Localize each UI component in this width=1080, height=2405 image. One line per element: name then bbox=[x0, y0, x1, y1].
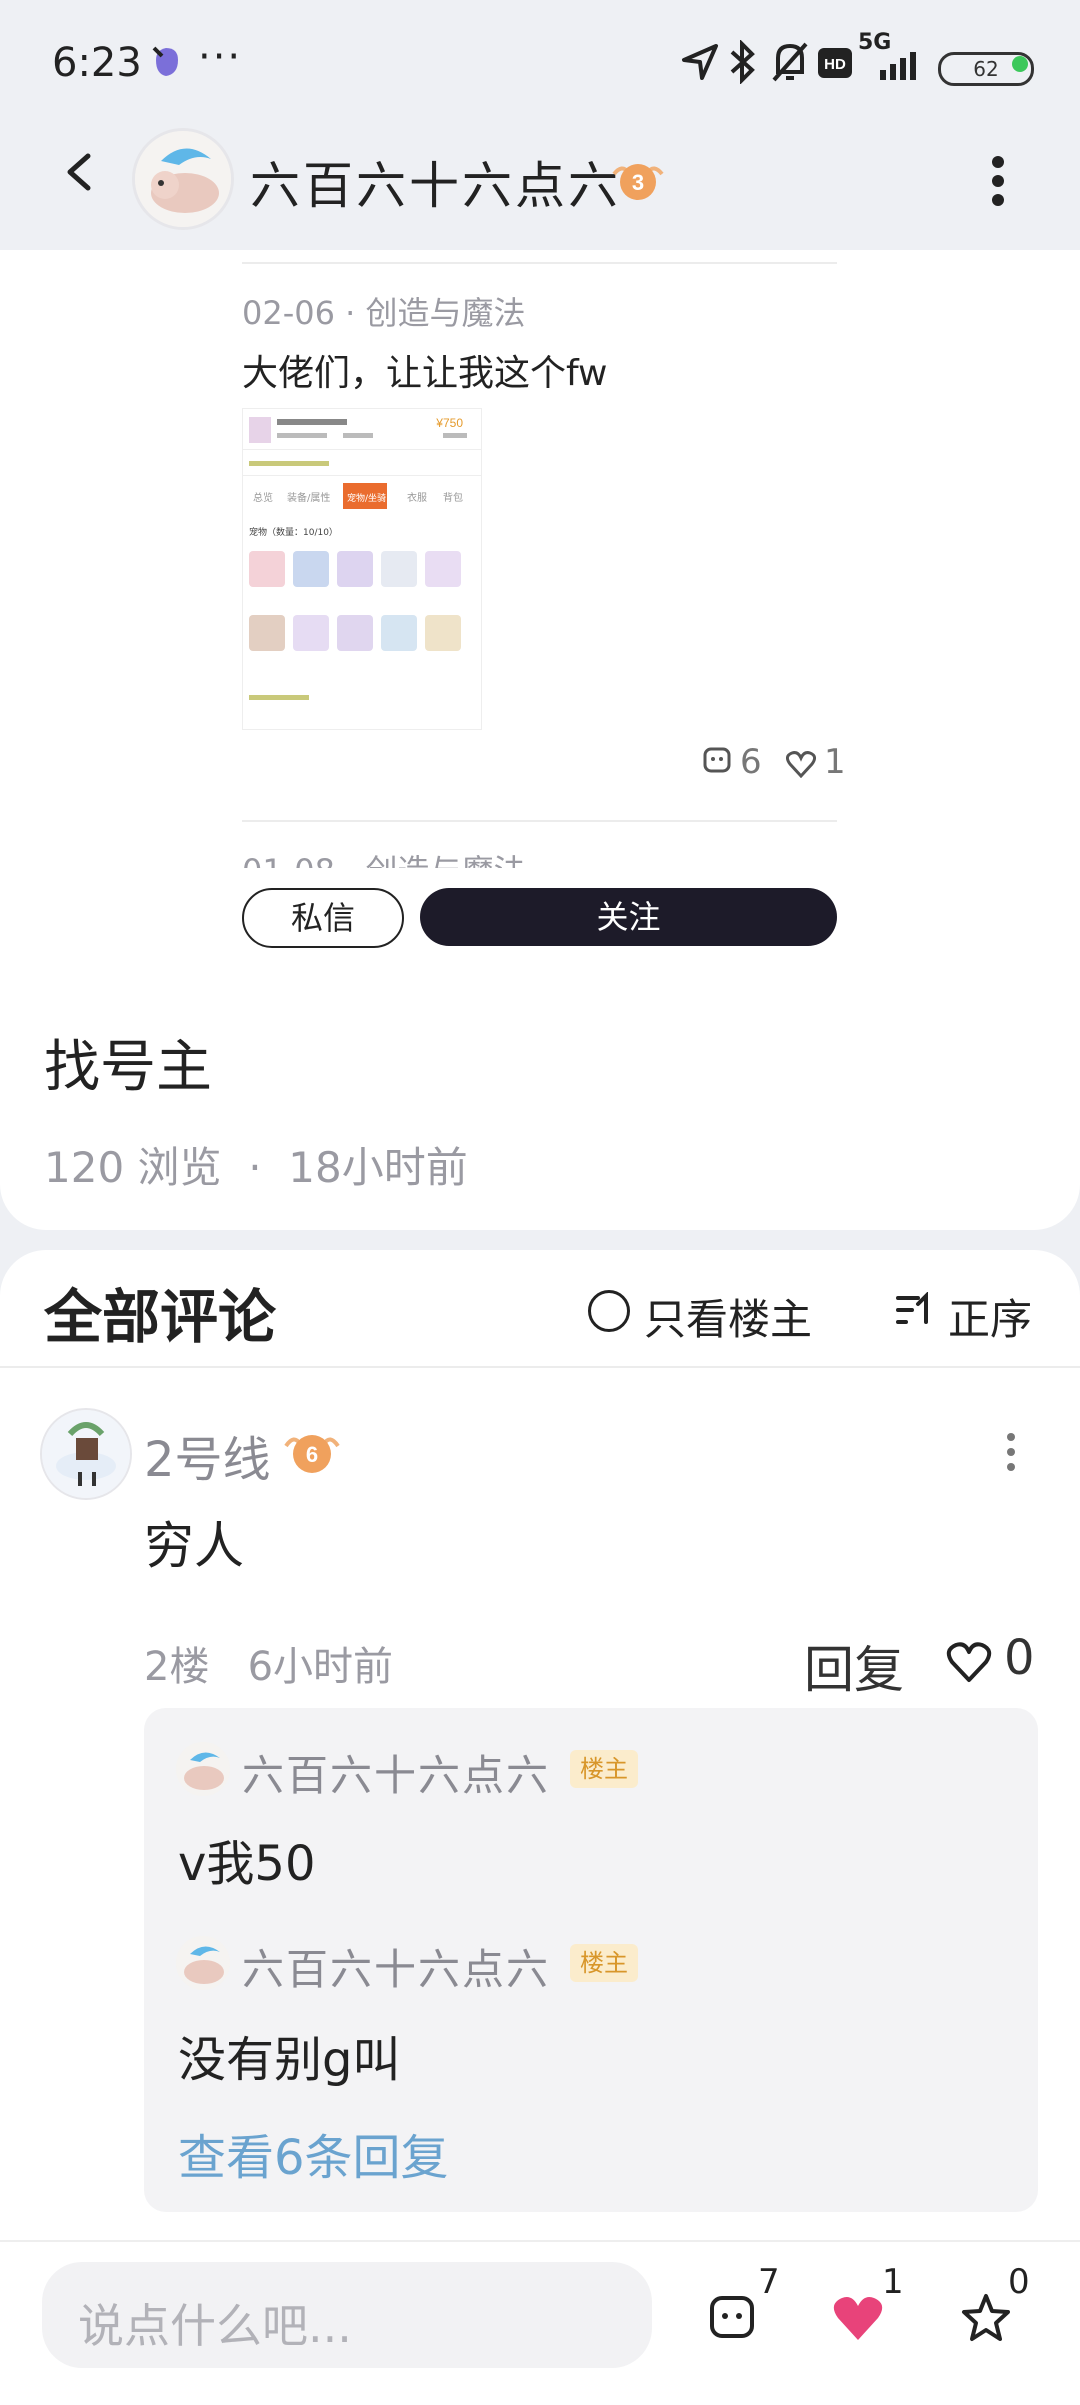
thumb-tab: 衣服 bbox=[407, 491, 427, 504]
radio-icon[interactable] bbox=[588, 1290, 630, 1332]
comment-body: 穷人 bbox=[144, 1517, 244, 1575]
message-button[interactable]: 私信 bbox=[242, 888, 404, 948]
app-notification-icon bbox=[150, 42, 184, 86]
follow-button[interactable]: 关注 bbox=[420, 888, 837, 946]
reply-username[interactable]: 六百六十六点六 bbox=[242, 1936, 550, 1997]
favorite-count: 0 bbox=[1008, 2262, 1030, 2302]
avatar[interactable] bbox=[176, 1742, 230, 1796]
op-tag: 楼主 bbox=[570, 1944, 638, 1982]
thumb-tab: 宠物/坐骑 bbox=[347, 492, 386, 504]
heart-icon[interactable] bbox=[946, 1640, 992, 1686]
comment-username[interactable]: 2号线 bbox=[144, 1420, 271, 1490]
star-icon[interactable] bbox=[958, 2290, 1014, 2346]
divider bbox=[0, 1366, 1080, 1368]
avatar[interactable] bbox=[40, 1408, 132, 1500]
comment-input-placeholder: 说点什么吧... bbox=[78, 2299, 352, 2353]
status-time: 6:23 bbox=[52, 40, 142, 86]
divider bbox=[242, 820, 837, 822]
post-title: 找号主 bbox=[44, 1035, 212, 1100]
heart-icon bbox=[785, 750, 817, 782]
level-badge-icon: 6 bbox=[284, 1426, 340, 1476]
more-options-icon[interactable] bbox=[1004, 1432, 1018, 1472]
divider bbox=[242, 262, 837, 264]
only-op-toggle[interactable]: 只看楼主 bbox=[644, 1286, 812, 1347]
signal-icon bbox=[858, 48, 928, 86]
level-badge-icon: 3 bbox=[612, 156, 664, 204]
comment-count: 6 bbox=[740, 742, 762, 782]
reply-body: 没有别g叫 bbox=[178, 2032, 401, 2088]
heart-icon[interactable] bbox=[830, 2290, 886, 2346]
hd-icon: HD bbox=[818, 48, 852, 82]
status-more: ··· bbox=[198, 34, 243, 80]
comment-meta: 2楼 6小时前 bbox=[144, 1644, 394, 1690]
location-icon bbox=[680, 42, 720, 86]
thumb-price: ¥750 bbox=[435, 416, 463, 430]
view-count: 120 浏览 · 18小时前 bbox=[44, 1143, 468, 1192]
like-count: 0 bbox=[1004, 1630, 1035, 1686]
reply-button[interactable]: 回复 bbox=[804, 1630, 904, 1702]
post-text[interactable]: 大佬们，让让我这个fw bbox=[242, 344, 608, 396]
avatar[interactable] bbox=[132, 128, 234, 230]
post-thumbnail[interactable]: ¥750 总览 装备/属性 宠物/坐骑 衣服 背包 宠物（数量：10/10） bbox=[242, 408, 482, 730]
level-number: 6 bbox=[306, 1442, 318, 1467]
comment-icon bbox=[702, 746, 732, 780]
privacy-dot bbox=[1012, 56, 1028, 72]
more-options-icon[interactable] bbox=[988, 154, 1008, 208]
thumb-tab: 背包 bbox=[443, 491, 463, 504]
comments-heading: 全部评论 bbox=[44, 1283, 277, 1351]
comment-icon[interactable] bbox=[706, 2290, 762, 2346]
see-more-replies-link[interactable]: 查看6条回复 bbox=[178, 2118, 449, 2188]
back-arrow-icon[interactable] bbox=[60, 152, 100, 192]
like-count: 1 bbox=[824, 742, 846, 782]
sort-order[interactable]: 正序 bbox=[948, 1286, 1032, 1347]
avatar[interactable] bbox=[176, 1936, 230, 1990]
sort-icon[interactable] bbox=[896, 1291, 936, 1332]
level-number: 3 bbox=[632, 170, 644, 195]
reply-username[interactable]: 六百六十六点六 bbox=[242, 1742, 550, 1803]
thumb-tab: 装备/属性 bbox=[287, 491, 330, 504]
page-title: 六百六十六点六 bbox=[250, 157, 621, 215]
mute-bell-icon bbox=[770, 40, 810, 88]
like-count: 1 bbox=[882, 2262, 904, 2302]
op-tag: 楼主 bbox=[570, 1750, 638, 1788]
thumb-tab: 总览 bbox=[253, 491, 273, 504]
svg-text:HD: HD bbox=[824, 56, 846, 73]
comment-count: 7 bbox=[758, 2262, 780, 2302]
reply-body: v我50 bbox=[178, 1836, 316, 1892]
bluetooth-icon bbox=[728, 39, 758, 88]
post-meta: 02-06 · 创造与魔法 bbox=[242, 294, 526, 332]
thumb-section: 宠物（数量：10/10） bbox=[249, 526, 338, 538]
